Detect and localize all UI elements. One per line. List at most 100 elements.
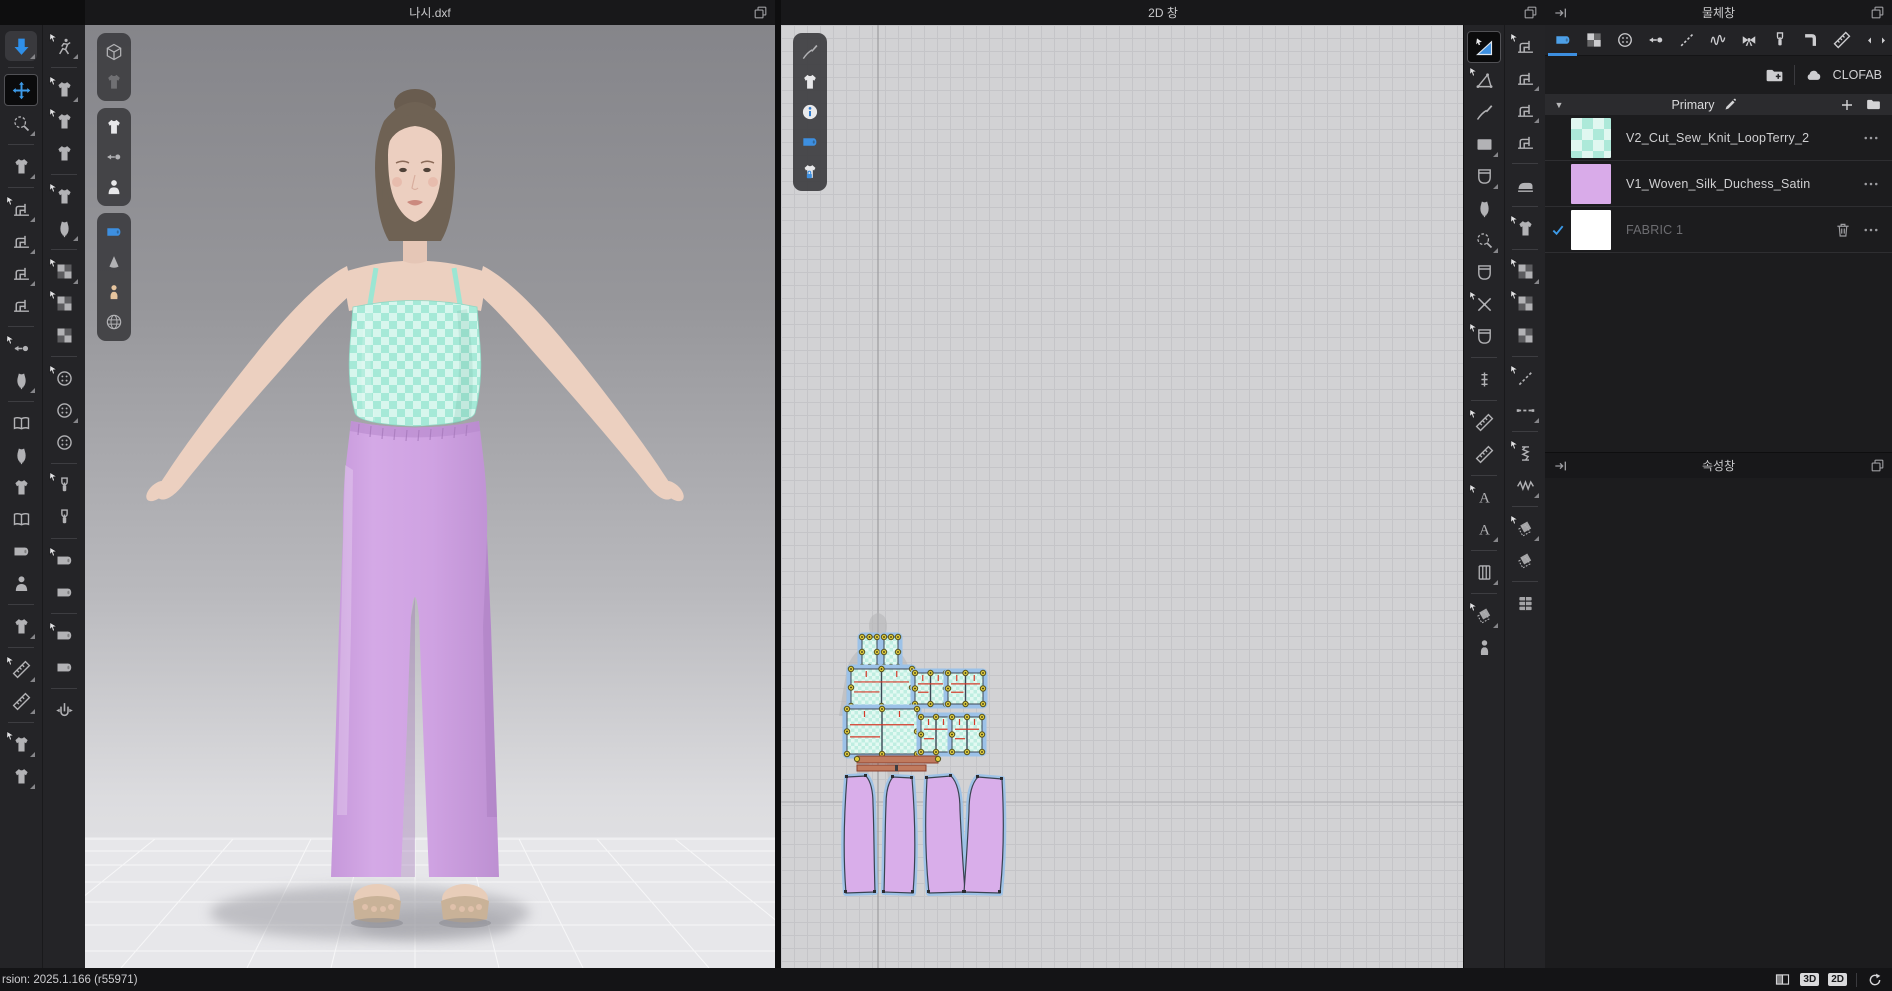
- drape-on-form-tool[interactable]: [48, 213, 80, 243]
- binding-tool-tool[interactable]: [48, 620, 80, 650]
- pattern-on-body-tool[interactable]: [1468, 632, 1500, 662]
- show-mannequin-tool[interactable]: [100, 279, 128, 305]
- zipper-tool-tool[interactable]: [48, 470, 80, 500]
- lasso-select-tool[interactable]: [5, 108, 37, 138]
- stylize-garment-tool[interactable]: [48, 181, 80, 211]
- notch-tool-tool[interactable]: [1468, 364, 1500, 394]
- fit-to-avatar-tool[interactable]: [5, 568, 37, 598]
- edit-pattern-tool[interactable]: [1467, 31, 1501, 63]
- split-view-icon[interactable]: [1773, 971, 1791, 989]
- fabric-menu-icon[interactable]: [1862, 221, 1880, 239]
- select-move-tool[interactable]: [4, 74, 38, 106]
- fabric-checked-icon[interactable]: [1545, 223, 1571, 237]
- cross-dart-tool[interactable]: [1468, 289, 1500, 319]
- property-window-titlebar[interactable]: 속성창: [1545, 453, 1892, 478]
- texture-garment-2d-tool[interactable]: [1509, 288, 1541, 318]
- flip-garment-tool[interactable]: [5, 504, 37, 534]
- edit-strip-tool[interactable]: [48, 577, 80, 607]
- fabric-row[interactable]: V1_Woven_Silk_Duchess_Satin: [1545, 161, 1892, 207]
- swap-sewing-tool[interactable]: [5, 290, 37, 320]
- pants-pattern-pieces[interactable]: [844, 774, 1003, 893]
- button-tool-tool[interactable]: [48, 363, 80, 393]
- pin-garment-tool[interactable]: [5, 365, 37, 395]
- fabric-row[interactable]: V2_Cut_Sew_Knit_LoopTerry_2: [1545, 115, 1892, 161]
- fabric-menu-icon[interactable]: [1862, 175, 1880, 193]
- tab-binding[interactable]: [1795, 26, 1826, 55]
- pattern-information-tool[interactable]: [796, 99, 824, 125]
- edit-curvature-tool[interactable]: [1468, 65, 1500, 95]
- collapse-section-icon[interactable]: ▼: [1545, 100, 1573, 110]
- property-window-float-icon[interactable]: [1869, 457, 1886, 474]
- texture-garment-tool[interactable]: [48, 288, 80, 318]
- tab-tack[interactable]: [1640, 26, 1671, 55]
- tape-2d-tool[interactable]: [1468, 439, 1500, 469]
- text-select-tool[interactable]: [1468, 482, 1500, 512]
- tab-stitch[interactable]: [1671, 26, 1702, 55]
- fabric-swatch[interactable]: [1571, 210, 1611, 250]
- show-environment-tool[interactable]: [100, 309, 128, 335]
- fabric-swatch[interactable]: [1571, 118, 1611, 158]
- edit-measure-tool[interactable]: [5, 686, 37, 716]
- show-fabric-texture-tool[interactable]: [100, 219, 128, 245]
- tab-ruler[interactable]: [1826, 26, 1857, 55]
- panel-dock-icon[interactable]: [1552, 4, 1569, 21]
- flatten-garment-tool[interactable]: [48, 74, 80, 104]
- seamline-2d-tool[interactable]: [1509, 395, 1541, 425]
- show-avatar-tool[interactable]: [100, 174, 128, 200]
- clone-garment-tool[interactable]: [5, 472, 37, 502]
- dart-box-tool[interactable]: [1468, 225, 1500, 255]
- patch-add-tool[interactable]: [1509, 545, 1541, 575]
- clip-tool-tool[interactable]: [48, 695, 80, 725]
- garment-measure-tool[interactable]: [5, 729, 37, 759]
- show-garment-style-tool[interactable]: [100, 69, 128, 95]
- seam-ruler-tool[interactable]: [1468, 407, 1500, 437]
- fold-arrangement-tool[interactable]: [5, 408, 37, 438]
- segment-sewing-2d-tool[interactable]: [1509, 31, 1541, 61]
- tab-puller[interactable]: [1764, 26, 1795, 55]
- clofab-label[interactable]: CLOFAB: [1833, 68, 1882, 82]
- texture-piece-2d-tool[interactable]: [1509, 320, 1541, 350]
- text-tool-tool[interactable]: [1468, 514, 1500, 544]
- fuse-tool-tool[interactable]: [1509, 170, 1541, 200]
- tape-measure-tool[interactable]: [5, 654, 37, 684]
- edit-sewing-tool[interactable]: [5, 258, 37, 288]
- view-3d-button[interactable]: 3D: [1800, 973, 1819, 986]
- 3d-window-titlebar[interactable]: 나시.dxf: [85, 0, 775, 25]
- garment-tape-tool[interactable]: [5, 761, 37, 791]
- add-fabric-icon[interactable]: [1838, 96, 1856, 114]
- tabs-scroll-right-icon[interactable]: [1876, 26, 1890, 55]
- fabric-swatch[interactable]: [1571, 164, 1611, 204]
- tab-button[interactable]: [1609, 26, 1640, 55]
- fasten-button-tool[interactable]: [48, 427, 80, 457]
- show-3d-garment-tool[interactable]: [100, 114, 128, 140]
- show-2d-pattern-tool[interactable]: [796, 69, 824, 95]
- rename-section-icon[interactable]: [1722, 96, 1740, 114]
- patch-tool-tool[interactable]: [1509, 513, 1541, 543]
- lace-pattern-tool[interactable]: [1468, 193, 1500, 223]
- fabric-menu-icon[interactable]: [1862, 129, 1880, 147]
- texture-roll-2d-tool[interactable]: [1509, 256, 1541, 286]
- edit-curve-point-tool[interactable]: [1468, 97, 1500, 127]
- fabric-strip-tool[interactable]: [48, 545, 80, 575]
- baseline-2d-tool[interactable]: [1509, 363, 1541, 393]
- tab-fabric[interactable]: [1547, 26, 1578, 55]
- show-2d-fabric-tool[interactable]: [796, 129, 824, 155]
- delete-fabric-icon[interactable]: [1834, 221, 1852, 239]
- buttonhole-tool-tool[interactable]: [48, 395, 80, 425]
- free-sewing-tool[interactable]: [5, 226, 37, 256]
- pleats-tool-tool[interactable]: [1468, 557, 1500, 587]
- show-3d-pins-tool[interactable]: [100, 144, 128, 170]
- tab-bow[interactable]: [1733, 26, 1764, 55]
- shirring-tool-tool[interactable]: [1509, 470, 1541, 500]
- strap-pattern-bars[interactable]: [854, 756, 940, 771]
- new-folder-icon[interactable]: [1864, 96, 1882, 114]
- wrap-drape-tool[interactable]: [5, 536, 37, 566]
- avatar-3d[interactable]: [85, 25, 775, 968]
- pocket-pattern-tool[interactable]: [1468, 257, 1500, 287]
- object-window-float-icon[interactable]: [1869, 4, 1886, 21]
- walk-animation-tool[interactable]: [48, 31, 80, 61]
- texture-transform-tool[interactable]: [48, 256, 80, 286]
- texture-edit-tool[interactable]: [48, 320, 80, 350]
- detail-sewing-2d-tool[interactable]: [1509, 127, 1541, 157]
- view-2d-button[interactable]: 2D: [1828, 973, 1847, 986]
